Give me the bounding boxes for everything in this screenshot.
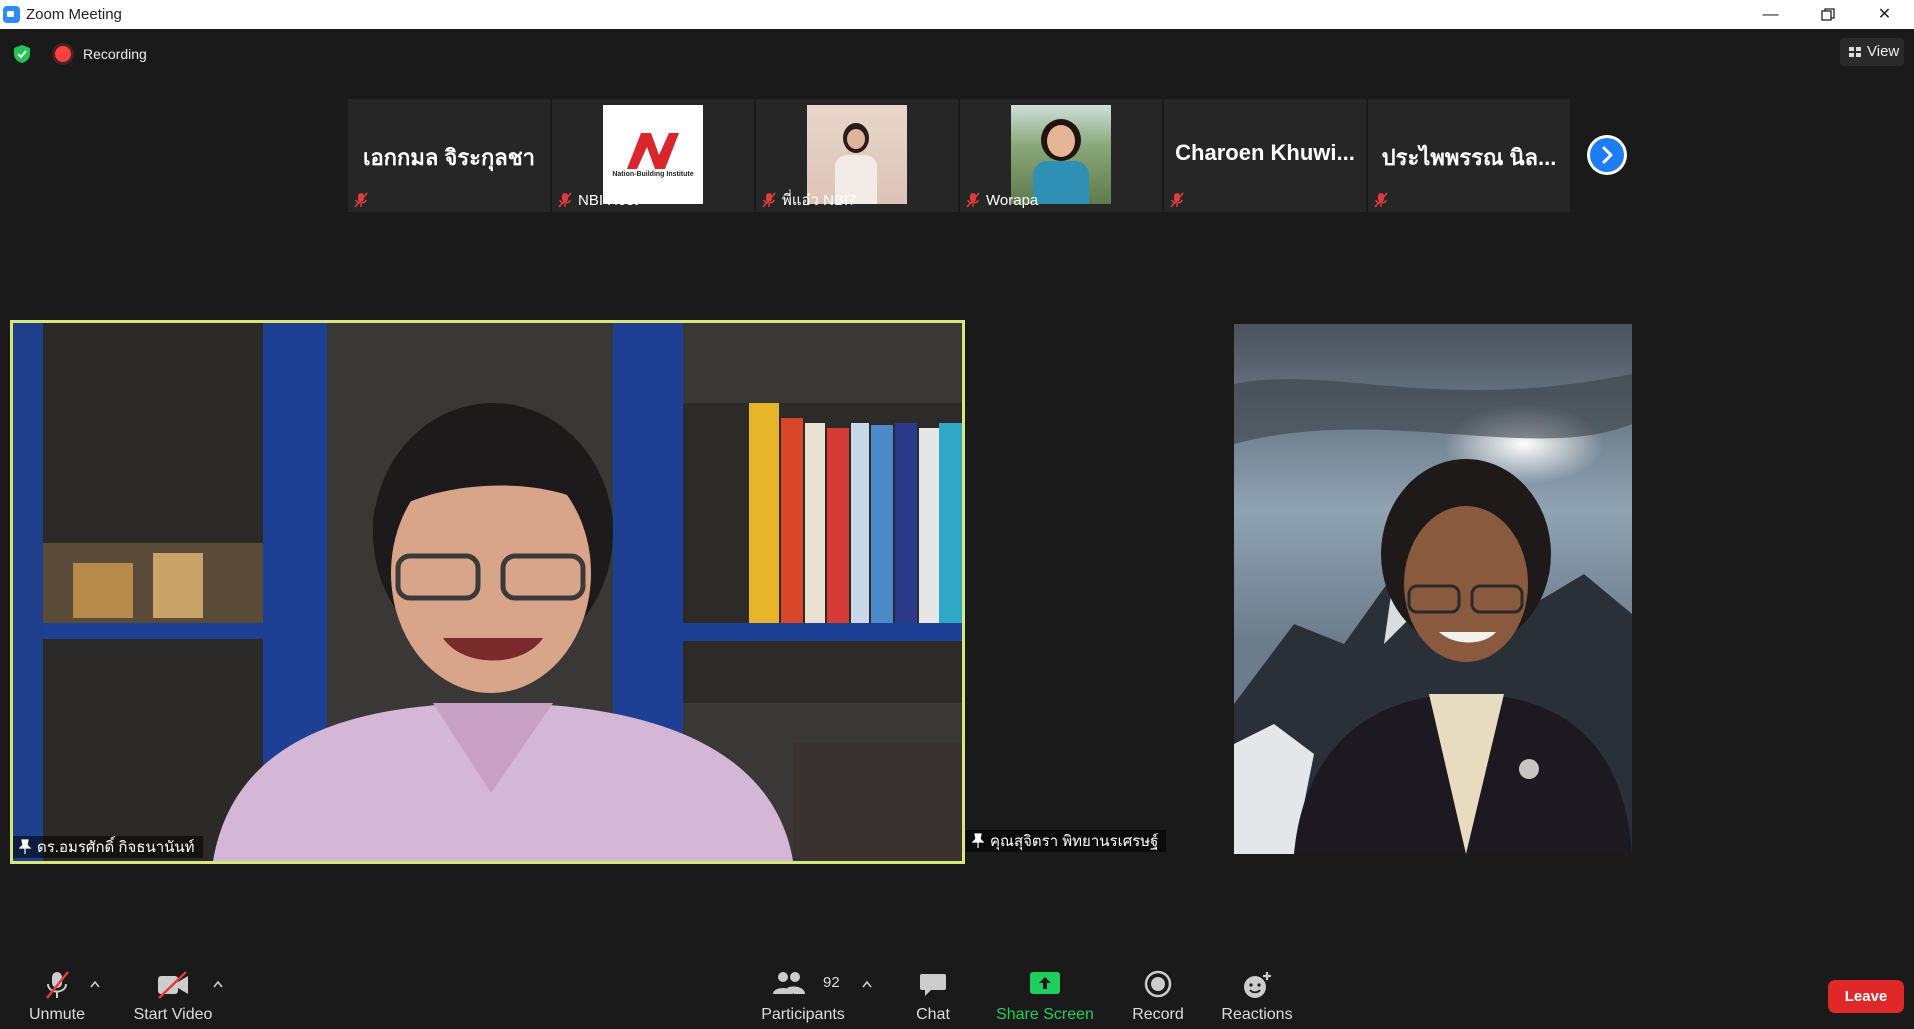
participant-thumbnail[interactable]: เอกกมล จิระกุลชา (348, 99, 550, 212)
participants-icon (773, 972, 805, 994)
participant-video-feed (1234, 324, 1632, 854)
video-off-icon (158, 971, 188, 999)
participant-thumbnail[interactable]: Charoen Khuwi... (1164, 99, 1366, 212)
video-options-caret[interactable] (213, 980, 223, 988)
nbi-logo-mark (627, 133, 679, 169)
participant-name-large: ประไพพรรณ นิล... (1381, 145, 1557, 170)
pin-icon (972, 833, 984, 848)
nbi-logo: Nation-Building Institute (603, 105, 703, 204)
participant-name-tag: คุณสุจิตรา พิทยานรเศรษฐ์ (966, 830, 1167, 852)
participant-video-feed (1011, 105, 1111, 204)
participant-name: คุณสุจิตรา พิทยานรเศรษฐ์ (990, 833, 1159, 850)
chevron-right-icon (1602, 146, 1613, 164)
next-page-button[interactable] (1587, 135, 1627, 175)
participants-label: Participants (761, 1006, 845, 1023)
participant-name-large: เอกกมล จิระกุลชา (362, 145, 536, 170)
reactions-emoji-icon (1244, 972, 1271, 998)
mic-muted-icon (46, 971, 69, 999)
chat-label: Chat (916, 1006, 950, 1023)
meeting-toolbar: Unmute Start Video 92 Participants Chat … (0, 958, 1914, 1029)
participant-caption: พี่แอ๋ว NBI7 (782, 192, 857, 209)
mic-muted-icon (354, 192, 368, 208)
reactions-label: Reactions (1221, 1006, 1293, 1023)
mic-muted-icon (558, 192, 572, 208)
restore-button[interactable] (1799, 0, 1856, 29)
active-speaker-video[interactable]: ดร.อมรศักดิ์ กิจธนานันท์ (10, 320, 965, 864)
participant-thumbnail[interactable]: Worapa (960, 99, 1162, 212)
unmute-label: Unmute (28, 1006, 86, 1023)
window-title: Zoom Meeting (26, 6, 122, 23)
speaker-video-feed (13, 323, 962, 861)
leave-button[interactable]: Leave (1828, 980, 1904, 1013)
title-bar: Zoom Meeting — ✕ (0, 0, 1914, 29)
participants-options-caret[interactable] (862, 980, 872, 988)
participant-name-large: Charoen Khuwi... (1175, 140, 1355, 165)
participant-thumbnail[interactable]: พี่แอ๋ว NBI7 (756, 99, 958, 212)
pin-icon (19, 839, 31, 854)
recording-label: Recording (83, 46, 147, 62)
recording-indicator-icon[interactable] (55, 46, 71, 62)
minimize-button[interactable]: — (1742, 0, 1799, 29)
zoom-app-icon (3, 6, 20, 23)
share-screen-label: Share Screen (996, 1006, 1094, 1023)
security-shield-icon[interactable] (13, 44, 31, 64)
participant-caption: Worapa (986, 191, 1039, 209)
mic-muted-icon (966, 192, 980, 208)
participant-caption: NBI Host (578, 191, 639, 209)
record-icon (1144, 970, 1172, 998)
start-video-label: Start Video (133, 1006, 213, 1023)
participants-count: 92 (823, 974, 840, 991)
mic-muted-icon (762, 192, 776, 208)
view-label: View (1867, 43, 1900, 60)
view-button[interactable]: View (1840, 38, 1904, 66)
audio-options-caret[interactable] (90, 980, 100, 988)
speaker-name-tag: ดร.อมรศักดิ์ กิจธนานันท์ (13, 836, 203, 858)
mic-muted-icon (1170, 192, 1184, 208)
mic-muted-icon (1374, 192, 1388, 208)
record-label: Record (1132, 1006, 1184, 1023)
speaker-name: ดร.อมรศักดิ์ กิจธนานันท์ (37, 839, 195, 856)
grid-icon (1849, 47, 1861, 57)
nbi-logo-text: Nation-Building Institute (612, 171, 694, 178)
participant-thumbnail[interactable]: Nation-Building Institute NBI Host (552, 99, 754, 212)
chat-icon (920, 974, 946, 996)
close-button[interactable]: ✕ (1856, 0, 1913, 29)
participant-thumbnail[interactable]: ประไพพรรณ นิล... (1368, 99, 1570, 212)
share-screen-icon (1030, 972, 1060, 994)
